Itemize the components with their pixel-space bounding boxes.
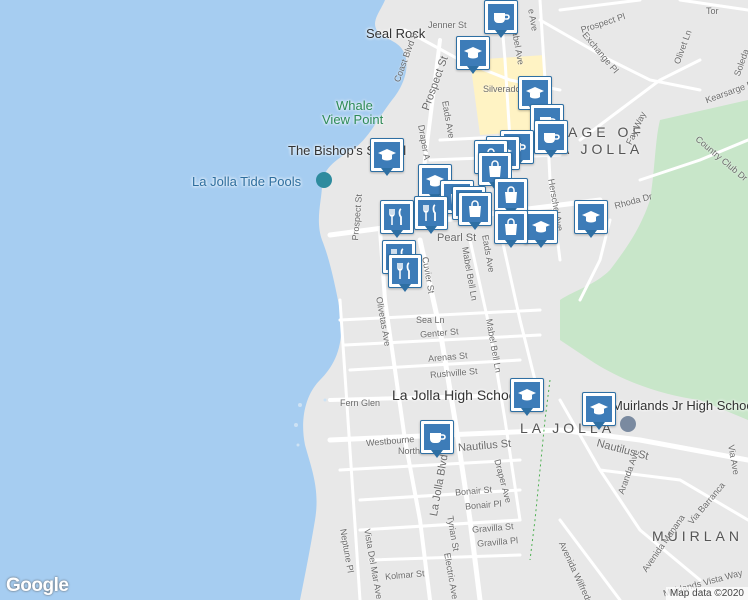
grad-icon: [460, 40, 486, 66]
street-sea-ln: Sea Ln: [416, 315, 445, 325]
school-pin-icon[interactable]: [620, 416, 636, 432]
grad-icon: [514, 382, 540, 408]
map-marker[interactable]: [380, 200, 414, 240]
grad-icon: [528, 214, 554, 240]
grad-icon: [586, 396, 612, 422]
street-torrey: Tor: [706, 6, 719, 16]
street-north: North: [398, 446, 421, 456]
map-marker[interactable]: [494, 210, 528, 250]
map-canvas[interactable]: Seal Rock Whale View Point The Bishop's …: [0, 0, 748, 600]
shopping-icon: [462, 196, 488, 222]
map-marker[interactable]: [510, 378, 544, 418]
map-marker[interactable]: [456, 36, 490, 76]
map-marker[interactable]: [458, 192, 492, 232]
camera-icon[interactable]: [316, 172, 332, 188]
grad-icon: [522, 80, 548, 106]
map-marker[interactable]: [574, 200, 608, 240]
place-whale-view-2: View Point: [322, 112, 384, 127]
restaurant-icon: [384, 204, 410, 230]
restaurant-icon: [418, 200, 444, 226]
shopping-icon: [498, 214, 524, 240]
place-muirlands-jr: Muirlands Jr High School: [612, 398, 748, 413]
map-marker[interactable]: [582, 392, 616, 432]
map-marker[interactable]: [534, 120, 568, 160]
map-marker[interactable]: [484, 0, 518, 40]
map-marker[interactable]: [420, 420, 454, 460]
place-whale-view-1: Whale: [336, 98, 373, 113]
coffee-icon: [488, 4, 514, 30]
grad-icon: [578, 204, 604, 230]
map-marker[interactable]: [414, 196, 448, 236]
grad-icon: [374, 142, 400, 168]
shopping-icon: [498, 182, 524, 208]
place-high-school: La Jolla High School: [392, 387, 520, 403]
restaurant-icon: [392, 258, 418, 284]
street-fern-glen: Fern Glen: [340, 398, 381, 408]
street-jenner: Jenner St: [428, 20, 467, 30]
map-marker[interactable]: [370, 138, 404, 178]
coffee-icon: [424, 424, 450, 450]
map-marker[interactable]: [388, 254, 422, 294]
place-tide-pools: La Jolla Tide Pools: [192, 174, 302, 189]
map-marker[interactable]: [524, 210, 558, 250]
map-attribution[interactable]: Map data ©2020: [665, 587, 748, 600]
coffee-icon: [538, 124, 564, 150]
google-logo[interactable]: Google: [6, 575, 69, 597]
street-silverado: Silverado: [483, 84, 521, 94]
